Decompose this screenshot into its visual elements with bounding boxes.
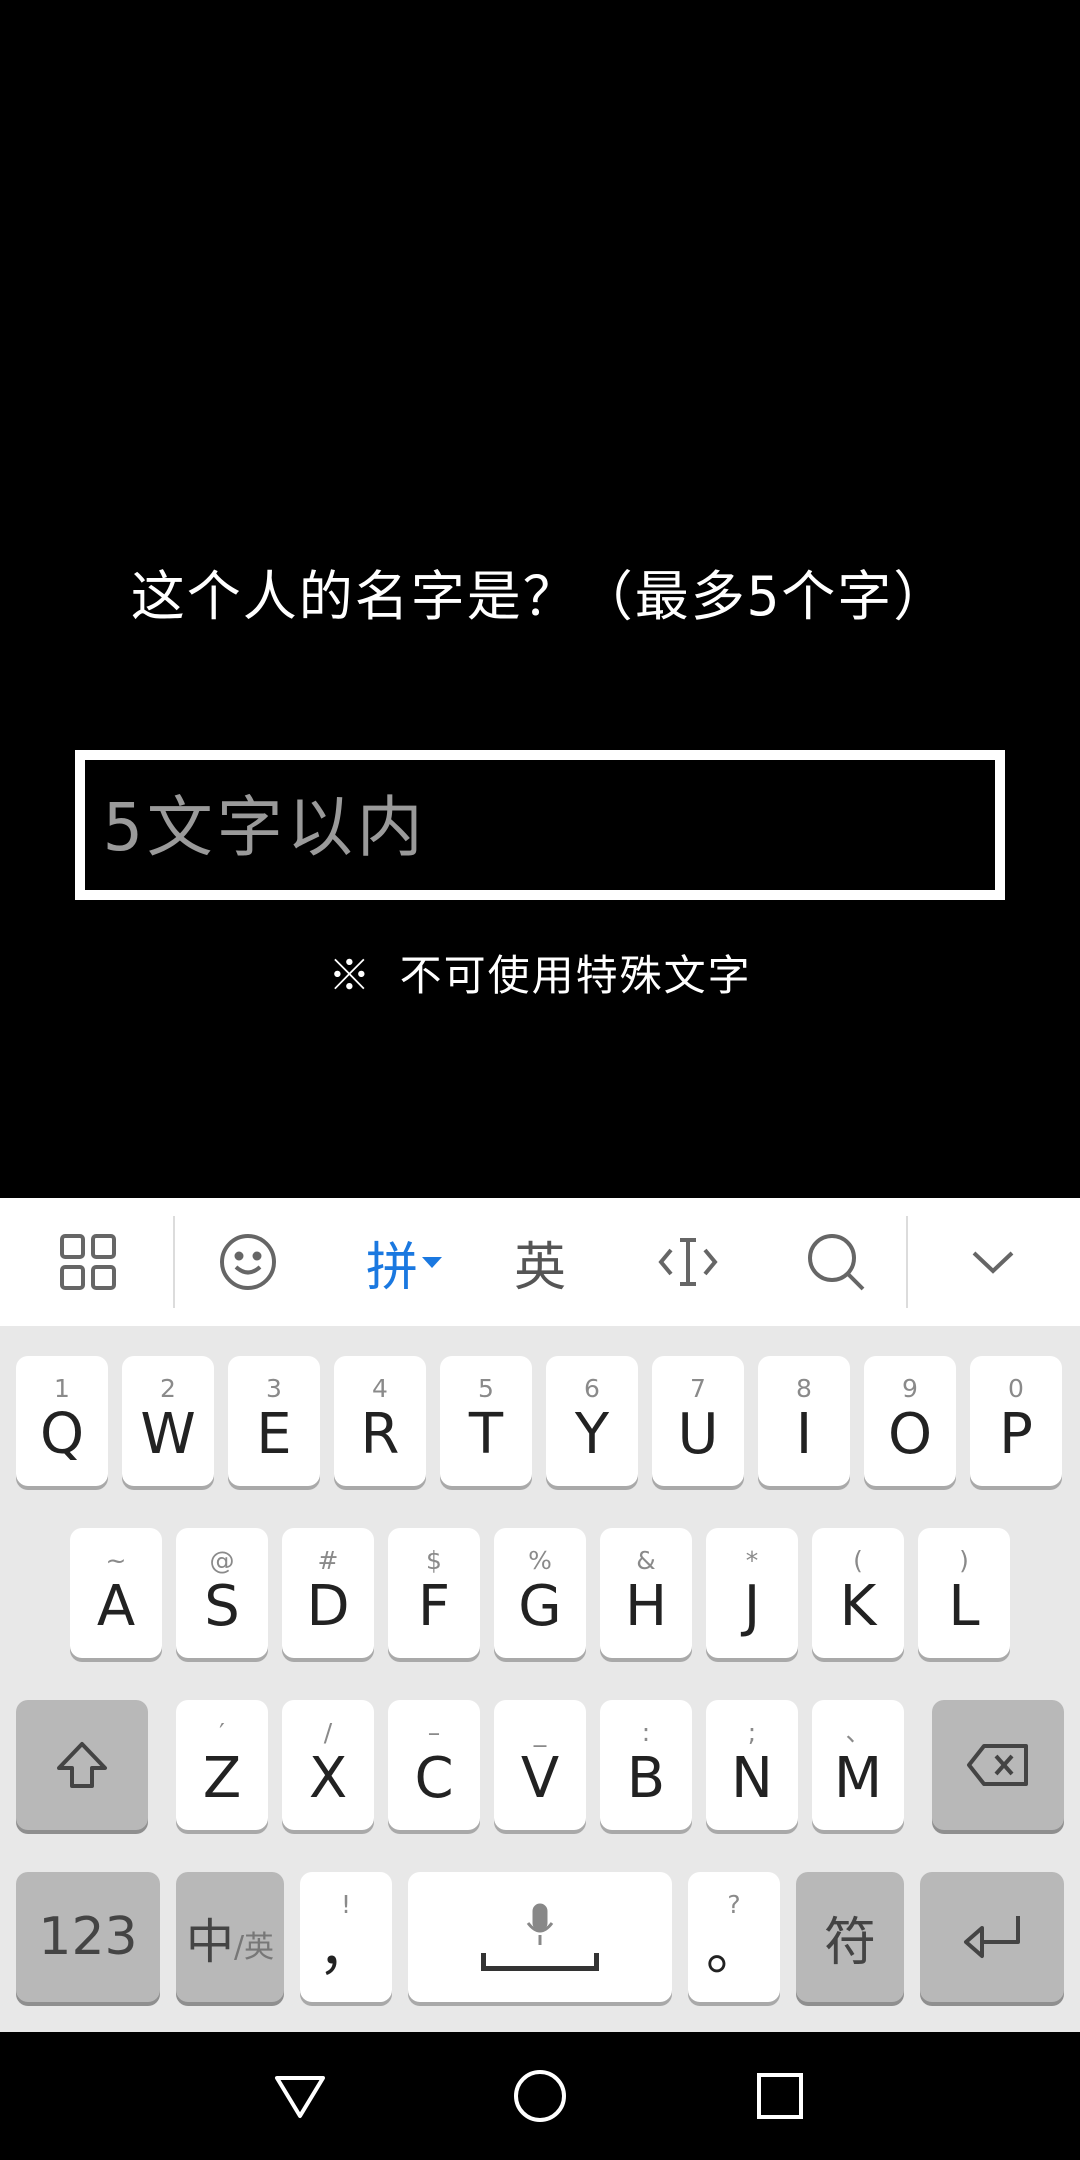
caret-down-icon: [422, 1256, 442, 1268]
toolbar-divider: [906, 1216, 908, 1308]
key-m[interactable]: 、 M: [812, 1700, 904, 1830]
recents-square-icon[interactable]: [744, 2060, 816, 2132]
key-a[interactable]: ~ A: [70, 1528, 162, 1658]
special-chars-note: ※ 不可使用特殊文字: [328, 951, 752, 1000]
space-bar-glyph: [481, 1953, 599, 1971]
symbols-key[interactable]: 符: [796, 1872, 904, 2002]
key-q[interactable]: 1Q: [16, 1356, 108, 1486]
key-n[interactable]: ; N: [706, 1700, 798, 1830]
english-label: 英: [513, 1237, 566, 1298]
toolbar-divider: [173, 1216, 175, 1308]
key-f[interactable]: $ F: [388, 1528, 480, 1658]
key-o[interactable]: 9O: [864, 1356, 956, 1486]
emoji-icon[interactable]: [200, 1198, 296, 1326]
soft-keyboard: 1Q 2W 3E 4R 5T 6Y 7U 8I 9O 0P ~ A @ S # D $…: [0, 1326, 1080, 2032]
pinyin-mode-button[interactable]: 拼: [346, 1198, 462, 1326]
shift-key[interactable]: [16, 1700, 148, 1830]
key-d[interactable]: # D: [282, 1528, 374, 1658]
chevron-down-icon[interactable]: [945, 1198, 1041, 1326]
key-k[interactable]: (K: [812, 1528, 904, 1658]
key-y[interactable]: 6Y: [546, 1356, 638, 1486]
game-screen: 这个人的名字是？（最多5个字） ※ 不可使用特殊文字: [0, 0, 1080, 1198]
key-j[interactable]: * J: [706, 1528, 798, 1658]
space-key[interactable]: [408, 1872, 672, 2002]
key-l[interactable]: ) L: [918, 1528, 1010, 1658]
backspace-icon: [967, 1744, 1028, 1786]
enter-key[interactable]: [920, 1872, 1064, 2002]
key-g[interactable]: % G: [494, 1528, 586, 1658]
key-h[interactable]: & H: [600, 1528, 692, 1658]
name-input[interactable]: [101, 774, 985, 881]
lang-sub-label: /英: [233, 1930, 275, 1965]
system-navigation-bar: [0, 2032, 1080, 2160]
numbers-key[interactable]: 123: [16, 1872, 160, 2002]
name-input-frame[interactable]: [75, 750, 1005, 900]
keyboard-toolbar: 拼 英: [0, 1198, 1080, 1326]
microphone-icon: [526, 1903, 554, 1945]
back-triangle-icon[interactable]: [264, 2060, 336, 2132]
grid-icon[interactable]: [40, 1198, 136, 1326]
numbers-key-label: 123: [38, 1907, 138, 1967]
language-switch-key[interactable]: 中 /英: [176, 1872, 284, 2002]
lang-main-label: 中: [185, 1914, 234, 1970]
english-mode-button[interactable]: 英: [492, 1198, 588, 1326]
comma-key[interactable]: !，: [300, 1872, 392, 2002]
key-s[interactable]: @ S: [176, 1528, 268, 1658]
key-w[interactable]: 2W: [122, 1356, 214, 1486]
key-t[interactable]: 5T: [440, 1356, 532, 1486]
name-prompt: 这个人的名字是？（最多5个字）: [130, 565, 950, 628]
key-b[interactable]: :B: [600, 1700, 692, 1830]
key-i[interactable]: 8I: [758, 1356, 850, 1486]
shift-icon: [57, 1742, 107, 1788]
key-p[interactable]: 0P: [970, 1356, 1062, 1486]
key-c[interactable]: – C: [388, 1700, 480, 1830]
key-u[interactable]: 7U: [652, 1356, 744, 1486]
home-circle-icon[interactable]: [504, 2060, 576, 2132]
pinyin-label: 拼: [365, 1237, 418, 1298]
text-cursor-icon[interactable]: [640, 1198, 736, 1326]
period-key[interactable]: ?。: [688, 1872, 780, 2002]
key-z[interactable]: ′ Z: [176, 1700, 268, 1830]
key-x[interactable]: / X: [282, 1700, 374, 1830]
key-r[interactable]: 4R: [334, 1356, 426, 1486]
key-e[interactable]: 3E: [228, 1356, 320, 1486]
enter-icon: [964, 1916, 1020, 1958]
symbols-key-label: 符: [823, 1912, 876, 1973]
key-v[interactable]: _ V: [494, 1700, 586, 1830]
backspace-key[interactable]: [932, 1700, 1064, 1830]
search-icon[interactable]: [788, 1198, 884, 1326]
